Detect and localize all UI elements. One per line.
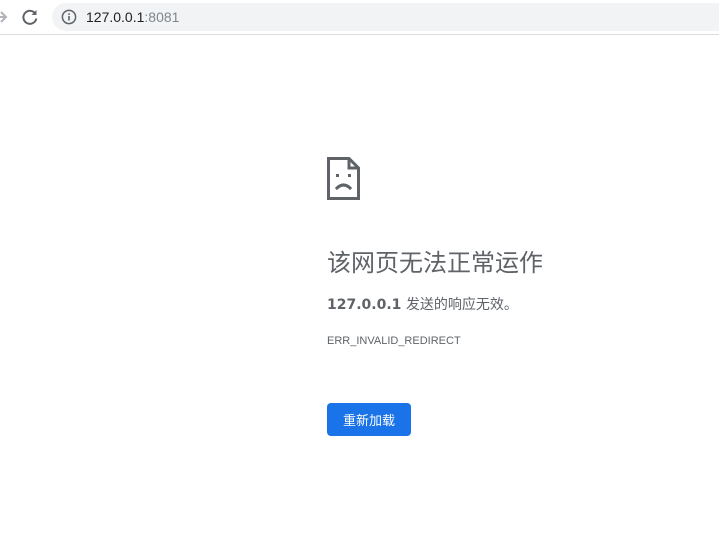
- forward-arrow-icon[interactable]: [0, 9, 8, 25]
- reload-icon[interactable]: [20, 7, 40, 27]
- sad-page-icon: [327, 157, 360, 200]
- browser-toolbar: 127.0.0.1:8081: [0, 0, 719, 35]
- error-code: ERR_INVALID_REDIRECT: [327, 335, 461, 347]
- address-bar[interactable]: 127.0.0.1:8081: [52, 3, 719, 31]
- url-port: :8081: [144, 9, 180, 25]
- url-host: 127.0.0.1: [86, 9, 145, 25]
- info-icon[interactable]: [61, 9, 77, 25]
- error-host: 127.0.0.1: [327, 297, 402, 313]
- error-description: 127.0.0.1 发送的响应无效。: [327, 295, 518, 315]
- error-description-text: 发送的响应无效。: [401, 297, 518, 313]
- url-text[interactable]: 127.0.0.1:8081: [86, 8, 179, 26]
- reload-button[interactable]: 重新加载: [327, 403, 411, 436]
- error-heading: 该网页无法正常运作: [327, 249, 543, 277]
